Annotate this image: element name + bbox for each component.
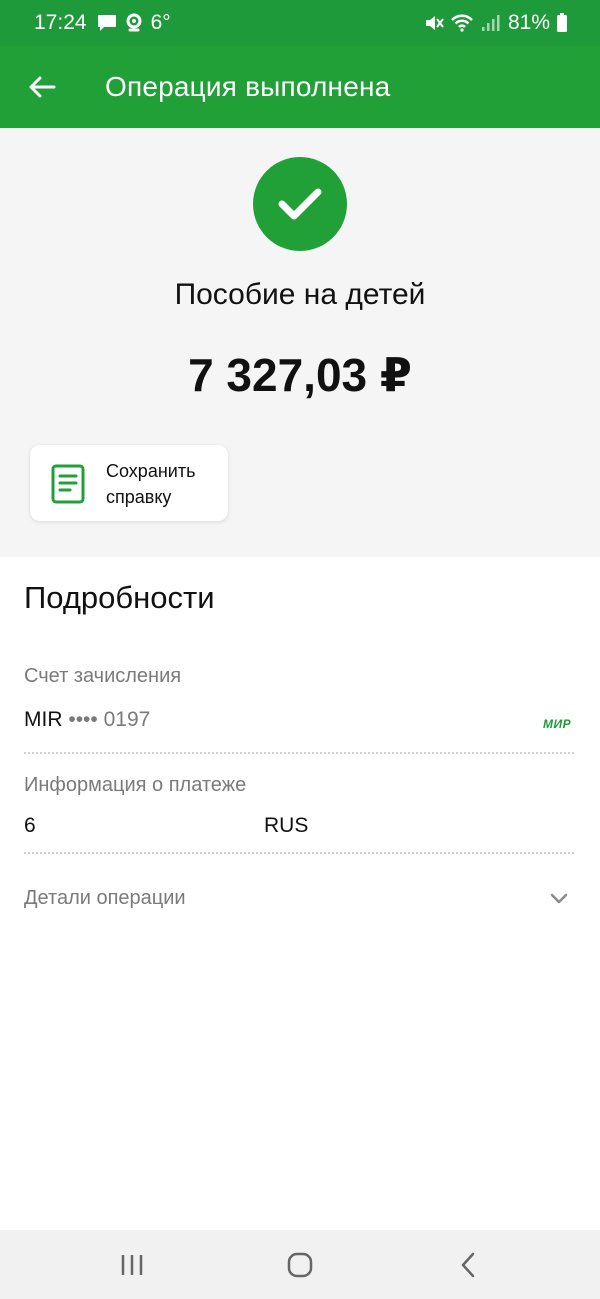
account-value: MIR •••• 0197 [24, 708, 150, 732]
location-icon [125, 13, 143, 33]
chevron-down-icon [550, 892, 568, 910]
operation-title: Пособие на детей [174, 278, 426, 311]
battery-icon [556, 13, 568, 33]
divider [24, 752, 574, 754]
operation-amount: 7 327,03 ₽ [188, 349, 412, 401]
screen: 17:24 6° 81% Операция выполнена Пособие … [0, 0, 600, 1299]
account-label: Счет зачисления [24, 665, 182, 687]
arrow-left-icon [29, 76, 56, 98]
payment-info-value-left: 6 [24, 814, 36, 837]
status-time: 17:24 [34, 11, 87, 34]
check-icon [278, 188, 322, 220]
card-type: MIR [24, 708, 63, 731]
document-icon [51, 464, 85, 509]
operation-details-toggle[interactable]: Детали операции [0, 880, 600, 920]
status-left: 17:24 6° [34, 0, 171, 46]
nav-back-button[interactable] [428, 1230, 508, 1299]
status-right: 81% [418, 0, 568, 46]
home-icon [287, 1252, 313, 1277]
operation-summary: Пособие на детей 7 327,03 ₽ Сохранить сп… [0, 128, 600, 557]
operation-details-label: Детали операции [24, 887, 186, 909]
signal-icon [480, 13, 500, 33]
mir-logo: МИР [543, 717, 572, 731]
wifi-icon [450, 13, 474, 33]
back-button[interactable] [18, 63, 66, 111]
recents-button[interactable] [92, 1230, 172, 1299]
save-receipt-label: Сохранить справку [106, 461, 196, 507]
message-icon [97, 14, 117, 32]
save-receipt-button[interactable]: Сохранить справку [30, 445, 228, 521]
battery-level: 81% [507, 11, 550, 34]
details-heading: Подробности [24, 580, 215, 615]
back-icon [461, 1252, 475, 1277]
system-nav-bar [0, 1230, 600, 1299]
recents-icon [121, 1254, 143, 1275]
page-title: Операция выполнена [105, 71, 391, 102]
app-bar: Операция выполнена [0, 46, 600, 128]
status-temperature: 6° [150, 11, 171, 34]
home-button[interactable] [260, 1230, 340, 1299]
payment-info-label: Информация о платеже [24, 774, 247, 796]
payment-info-value-right: RUS [264, 814, 309, 837]
success-badge [253, 157, 347, 251]
divider [24, 852, 574, 854]
card-number-masked: •••• 0197 [68, 708, 151, 731]
mute-icon [424, 13, 444, 33]
status-bar: 17:24 6° 81% [0, 0, 600, 46]
